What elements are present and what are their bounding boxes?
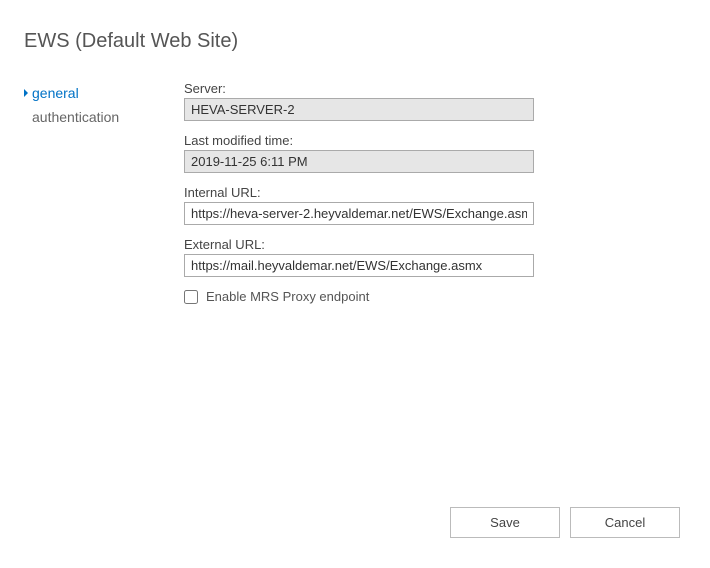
page-title: EWS (Default Web Site) xyxy=(0,0,710,53)
external-url-field[interactable] xyxy=(184,254,534,277)
cancel-button[interactable]: Cancel xyxy=(570,507,680,538)
mrs-proxy-checkbox[interactable] xyxy=(184,290,198,304)
chevron-right-icon xyxy=(24,89,28,97)
sidebar: general authentication xyxy=(14,81,184,304)
form-panel: Server: Last modified time: Internal URL… xyxy=(184,81,614,304)
last-modified-field xyxy=(184,150,534,173)
sidebar-item-authentication[interactable]: authentication xyxy=(14,105,184,129)
last-modified-label: Last modified time: xyxy=(184,133,574,148)
sidebar-item-label: general xyxy=(32,85,79,101)
button-bar: Save Cancel xyxy=(450,507,680,538)
server-field xyxy=(184,98,534,121)
internal-url-label: Internal URL: xyxy=(184,185,574,200)
external-url-label: External URL: xyxy=(184,237,574,252)
internal-url-field[interactable] xyxy=(184,202,534,225)
mrs-proxy-label: Enable MRS Proxy endpoint xyxy=(206,289,369,304)
server-label: Server: xyxy=(184,81,574,96)
save-button[interactable]: Save xyxy=(450,507,560,538)
sidebar-item-general[interactable]: general xyxy=(14,81,184,105)
sidebar-item-label: authentication xyxy=(32,109,119,125)
